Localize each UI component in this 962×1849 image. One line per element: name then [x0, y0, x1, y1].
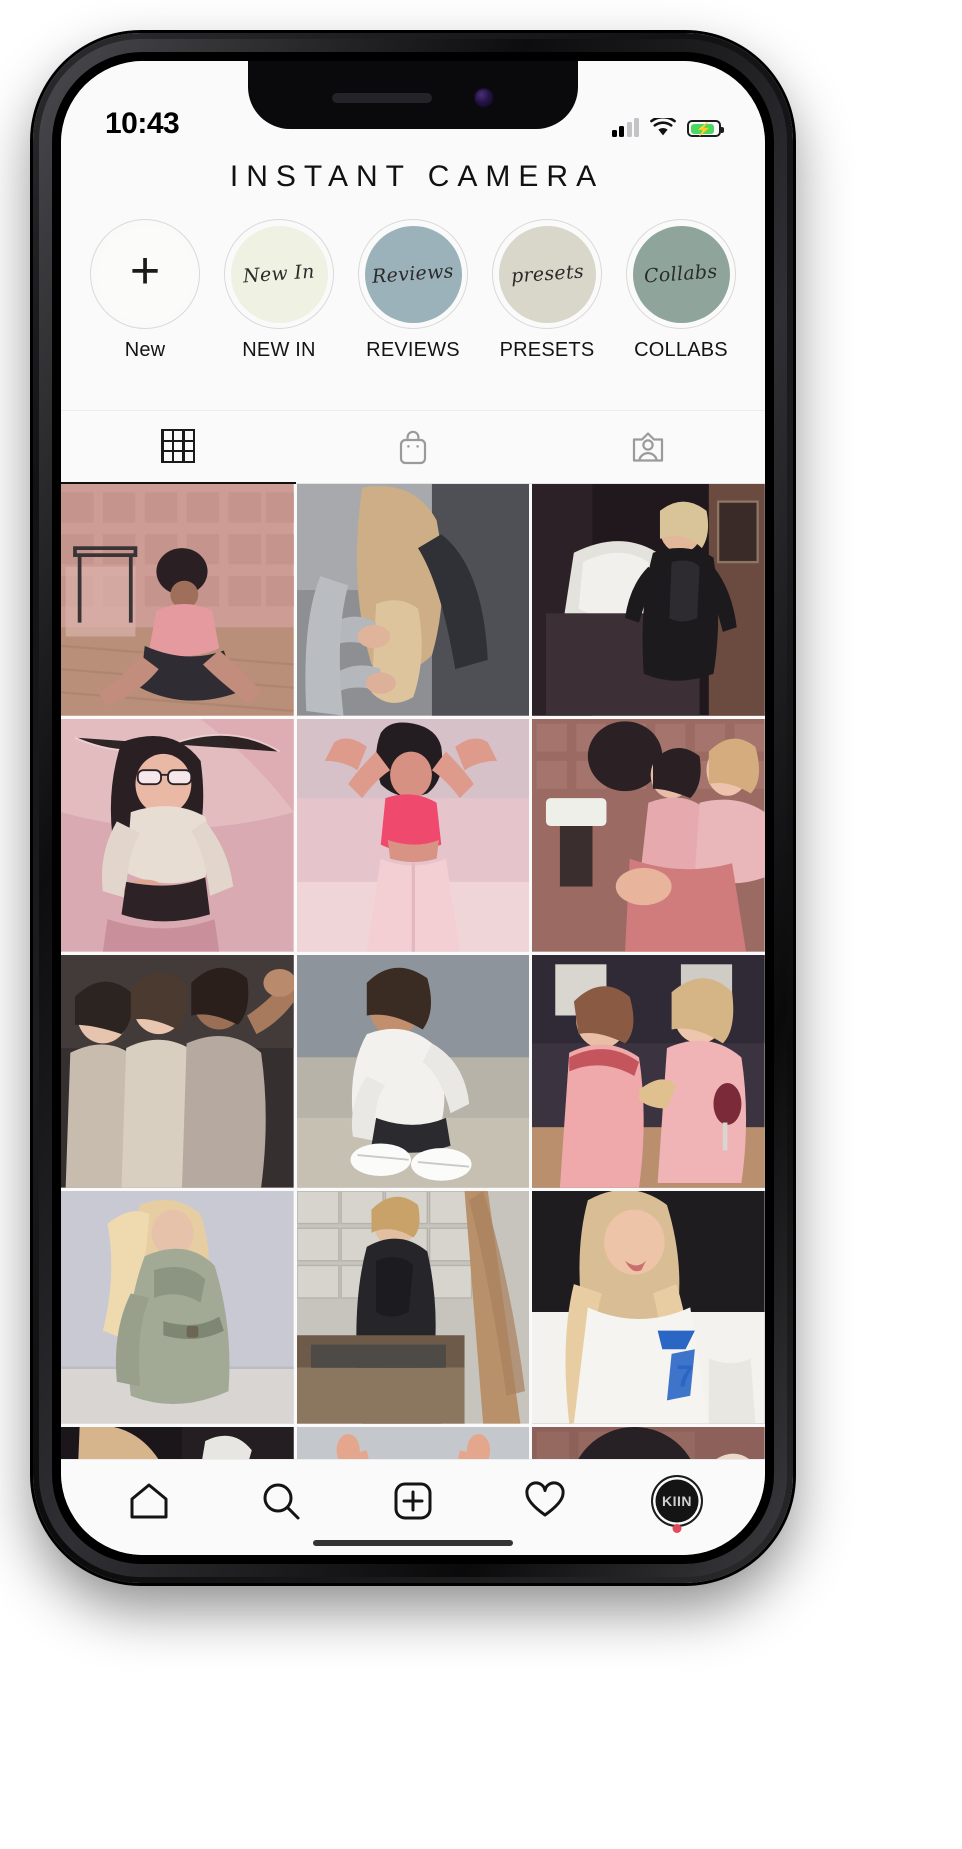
- phone-frame: 10:43 ⚡ INSTANT CAMERA + New New In NEW …: [33, 33, 793, 1583]
- shopping-bag-icon: [399, 430, 427, 465]
- post-image: [61, 1427, 294, 1459]
- highlight-label: NEW IN: [242, 339, 316, 361]
- grid-post[interactable]: [61, 483, 294, 716]
- svg-text:7: 7: [677, 1360, 694, 1393]
- post-image: [61, 1191, 294, 1424]
- highlight-ring: Collabs: [626, 219, 736, 329]
- highlight-label: COLLABS: [634, 339, 728, 361]
- nav-create[interactable]: [374, 1470, 452, 1532]
- grid-post[interactable]: [61, 1427, 294, 1459]
- home-indicator[interactable]: [313, 1540, 513, 1546]
- screenshot-root: 10:43 ⚡ INSTANT CAMERA + New New In NEW …: [0, 0, 962, 1849]
- nav-activity[interactable]: [506, 1470, 584, 1532]
- tab-shop[interactable]: [296, 411, 531, 483]
- highlight-disc: presets: [498, 225, 596, 323]
- grid-post[interactable]: [296, 719, 530, 952]
- notification-badge: [672, 1523, 682, 1533]
- nav-home[interactable]: [110, 1470, 188, 1532]
- grid-post[interactable]: [532, 955, 765, 1188]
- home-icon: [130, 1483, 168, 1518]
- highlight-collabs[interactable]: Collabs COLLABS: [617, 219, 745, 362]
- highlight-disc: New In: [230, 225, 328, 323]
- highlight-disc: Reviews: [364, 225, 462, 323]
- post-image: [532, 719, 765, 952]
- highlight-ring: New In: [224, 219, 334, 329]
- grid-post[interactable]: [532, 719, 765, 952]
- highlight-label: REVIEWS: [366, 339, 460, 361]
- highlight-disc: +: [96, 225, 194, 323]
- tagged-photos-icon: [632, 432, 663, 462]
- phone-bezel: 10:43 ⚡ INSTANT CAMERA + New New In NEW …: [52, 52, 774, 1564]
- grid-post[interactable]: [532, 483, 765, 716]
- post-image: [61, 955, 294, 1188]
- battery-charging-icon: ⚡: [687, 120, 724, 137]
- post-image: 7: [532, 1191, 765, 1424]
- grid-post[interactable]: [296, 1427, 530, 1459]
- earpiece-speaker: [332, 93, 432, 103]
- avatar-label: KIIN: [662, 1492, 692, 1509]
- post-image: [296, 719, 530, 952]
- highlight-ring: presets: [492, 219, 602, 329]
- post-image: [296, 1427, 530, 1459]
- highlight-new[interactable]: + New: [81, 219, 209, 362]
- tab-grid[interactable]: [61, 410, 296, 484]
- highlight-ring: +: [90, 219, 200, 329]
- post-image: [532, 483, 765, 716]
- highlight-script-text: New In: [242, 260, 316, 287]
- profile-tabs: [61, 411, 765, 484]
- grid-post[interactable]: [61, 719, 294, 952]
- grid-post[interactable]: [296, 955, 530, 1188]
- status-time: 10:43: [105, 107, 180, 140]
- post-image: [296, 1191, 530, 1424]
- highlight-label: PRESETS: [499, 339, 595, 361]
- highlight-disc: Collabs: [632, 225, 730, 323]
- wifi-icon: [650, 118, 676, 136]
- grid-post[interactable]: [296, 483, 530, 716]
- phone-screen: 10:43 ⚡ INSTANT CAMERA + New New In NEW …: [61, 61, 765, 1555]
- post-image: [61, 483, 294, 716]
- post-image: [296, 483, 530, 716]
- plus-icon: +: [129, 242, 161, 300]
- highlight-script-text: Reviews: [371, 259, 455, 288]
- highlight-script-text: Collabs: [643, 259, 719, 288]
- nav-search[interactable]: [242, 1470, 320, 1532]
- story-highlights-row: + New New In NEW IN Reviews REVIEWS pres…: [61, 205, 765, 411]
- highlight-new-in[interactable]: New In NEW IN: [215, 219, 343, 362]
- grid-icon: [161, 429, 196, 463]
- grid-post[interactable]: [61, 955, 294, 1188]
- tab-tagged[interactable]: [530, 411, 765, 483]
- nav-profile[interactable]: KIIN: [638, 1470, 716, 1533]
- post-image: [532, 1427, 765, 1459]
- front-camera-icon: [474, 88, 494, 108]
- notch: [248, 61, 578, 129]
- grid-post[interactable]: 7: [532, 1191, 765, 1424]
- status-icons: ⚡: [611, 117, 724, 143]
- app-header: INSTANT CAMERA: [61, 149, 765, 205]
- highlight-reviews[interactable]: Reviews REVIEWS: [349, 219, 477, 362]
- post-image: [532, 955, 765, 1188]
- heart-icon: [525, 1480, 565, 1516]
- highlight-label: New: [124, 339, 166, 361]
- photo-grid: 7: [61, 483, 765, 1459]
- grid-post[interactable]: [296, 1191, 530, 1424]
- highlight-script-text: presets: [509, 259, 585, 288]
- post-image: [61, 719, 294, 952]
- plus-square-icon: [394, 1482, 432, 1519]
- highlight-presets[interactable]: presets PRESETS: [483, 219, 611, 362]
- page-title: INSTANT CAMERA: [229, 160, 605, 193]
- search-icon: [263, 1483, 300, 1519]
- post-image: [296, 955, 530, 1188]
- highlight-ring: Reviews: [358, 219, 468, 329]
- cellular-signal-icon: [611, 117, 639, 137]
- grid-post[interactable]: [61, 1191, 294, 1424]
- profile-avatar: KIIN: [651, 1474, 703, 1533]
- grid-post[interactable]: [532, 1427, 765, 1459]
